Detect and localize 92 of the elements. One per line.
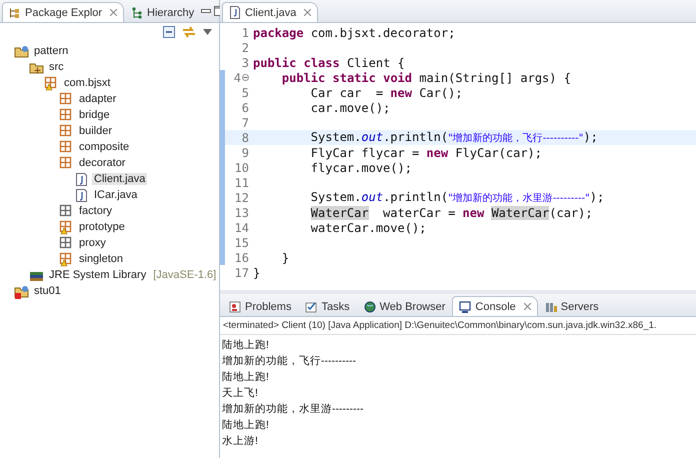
code-line: package com.bjsxt.decorator; bbox=[253, 26, 456, 40]
checklist-icon bbox=[305, 300, 318, 312]
line-number: 12 bbox=[234, 190, 249, 204]
line-number: 8 bbox=[242, 130, 249, 144]
code-line: car.move(); bbox=[310, 100, 390, 114]
line-number: 13 bbox=[234, 206, 249, 220]
code-line: } bbox=[280, 250, 290, 264]
java-file-icon bbox=[74, 172, 89, 186]
package-icon bbox=[59, 108, 74, 122]
globe-icon bbox=[364, 300, 376, 312]
collapse-all-icon[interactable] bbox=[163, 26, 175, 38]
view-tab[interactable]: Package Explor bbox=[2, 2, 124, 22]
line-number: 14 bbox=[234, 220, 249, 234]
folder-icon bbox=[14, 284, 29, 298]
line-number: 2 bbox=[242, 40, 249, 54]
library-version: [JavaSE-1.6] bbox=[153, 269, 216, 281]
hierarchy-icon bbox=[131, 6, 144, 18]
console-output: 陆地上跑! bbox=[222, 418, 270, 433]
package-icon bbox=[59, 220, 74, 234]
view-tab[interactable]: Servers bbox=[538, 296, 606, 316]
code-line: System.out.println("增加新的功能，水里游---------"); bbox=[310, 190, 604, 205]
minimize-icon bbox=[201, 6, 212, 16]
tree-item[interactable]: pattern bbox=[32, 45, 70, 57]
code-line: public static void main(String[] args) { bbox=[280, 70, 571, 84]
code-line: } bbox=[253, 266, 260, 280]
package-icon bbox=[59, 124, 74, 138]
tree-item[interactable]: ICar.java bbox=[92, 189, 140, 201]
editor-tab[interactable]: Client.java bbox=[222, 2, 318, 22]
fold-icon[interactable] bbox=[242, 74, 249, 81]
tree-item[interactable]: composite bbox=[77, 141, 132, 153]
console-output: 增加新的功能，飞行---------- bbox=[222, 354, 357, 369]
view-tab[interactable]: Problems bbox=[222, 296, 298, 316]
package-explorer-icon bbox=[9, 6, 21, 18]
line-number: 11 bbox=[234, 176, 249, 190]
monitor-icon bbox=[459, 300, 472, 312]
line-number: 9 bbox=[242, 146, 249, 160]
servers-icon bbox=[544, 300, 557, 312]
line-number: 16 bbox=[234, 250, 249, 264]
package-icon bbox=[59, 252, 74, 266]
tree-item[interactable]: com.bjsxt bbox=[62, 77, 112, 89]
close-icon[interactable] bbox=[524, 303, 531, 310]
line-number: 15 bbox=[234, 236, 249, 250]
package-icon bbox=[59, 92, 74, 106]
console-output: 陆地上跑! bbox=[222, 370, 270, 385]
console-header: <terminated> Client (10) [Java Application] D:\Genuitec\Common\binary\com.sun.java.jdk.win32.x86_1. bbox=[220, 317, 696, 335]
tree-item[interactable]: adapter bbox=[77, 93, 118, 105]
package-icon bbox=[44, 76, 59, 90]
code-line: public class Client { bbox=[253, 56, 405, 70]
tree-item[interactable]: factory bbox=[77, 205, 114, 217]
tree-item[interactable]: Client.java bbox=[92, 173, 148, 185]
line-number: 3 bbox=[242, 56, 249, 70]
tree-item[interactable]: JRE System Library bbox=[47, 269, 148, 281]
package-icon bbox=[59, 204, 74, 218]
code-line: FlyCar flycar = new FlyCar(car); bbox=[310, 146, 542, 160]
code-line: waterCar.move(); bbox=[310, 220, 426, 234]
line-number: 10 bbox=[234, 160, 249, 174]
code-line: Car car = new Car(); bbox=[310, 86, 463, 100]
close-icon[interactable] bbox=[110, 9, 118, 16]
view-menu-icon[interactable] bbox=[203, 29, 212, 35]
code-line: WaterCar waterCar = new WaterCar(car); bbox=[310, 206, 593, 220]
line-number: 4 bbox=[234, 70, 241, 84]
tree-item[interactable]: prototype bbox=[77, 221, 127, 233]
tree-item[interactable]: proxy bbox=[77, 237, 108, 249]
tree-item[interactable]: builder bbox=[77, 125, 114, 137]
line-number: 1 bbox=[242, 26, 249, 40]
problems-icon bbox=[229, 300, 241, 312]
console-output: 天上飞! bbox=[222, 386, 259, 401]
view-tab[interactable]: Hierarchy bbox=[124, 2, 202, 22]
line-number: 7 bbox=[242, 116, 249, 130]
package-icon bbox=[59, 140, 74, 154]
package-icon bbox=[59, 156, 74, 170]
console-output: 陆地上跑! bbox=[222, 338, 270, 353]
console-output: 水上游! bbox=[222, 434, 259, 449]
view-tab[interactable]: Tasks bbox=[298, 296, 357, 316]
view-tab[interactable]: Console bbox=[452, 296, 538, 316]
tree-item[interactable]: bridge bbox=[77, 109, 112, 121]
line-number: 17 bbox=[234, 266, 249, 280]
code-line: flycar.move(); bbox=[310, 160, 412, 174]
close-icon[interactable] bbox=[304, 9, 312, 16]
line-number: 5 bbox=[242, 86, 249, 100]
tree-item[interactable]: stu01 bbox=[32, 285, 63, 297]
package-icon bbox=[59, 236, 74, 250]
console-output: 增加新的功能，水里游--------- bbox=[222, 402, 364, 417]
java-file-icon bbox=[74, 188, 89, 202]
tree-item[interactable]: src bbox=[47, 61, 66, 73]
java-file-icon bbox=[229, 6, 241, 19]
tree-item[interactable]: decorator bbox=[77, 157, 128, 169]
line-number: 6 bbox=[242, 100, 249, 114]
folder-icon bbox=[14, 44, 29, 58]
tree-item[interactable]: singleton bbox=[77, 253, 126, 265]
code-line: System.out.println("增加新的功能，飞行----------"); bbox=[310, 130, 598, 145]
view-tab[interactable]: Web Browser bbox=[356, 296, 452, 316]
